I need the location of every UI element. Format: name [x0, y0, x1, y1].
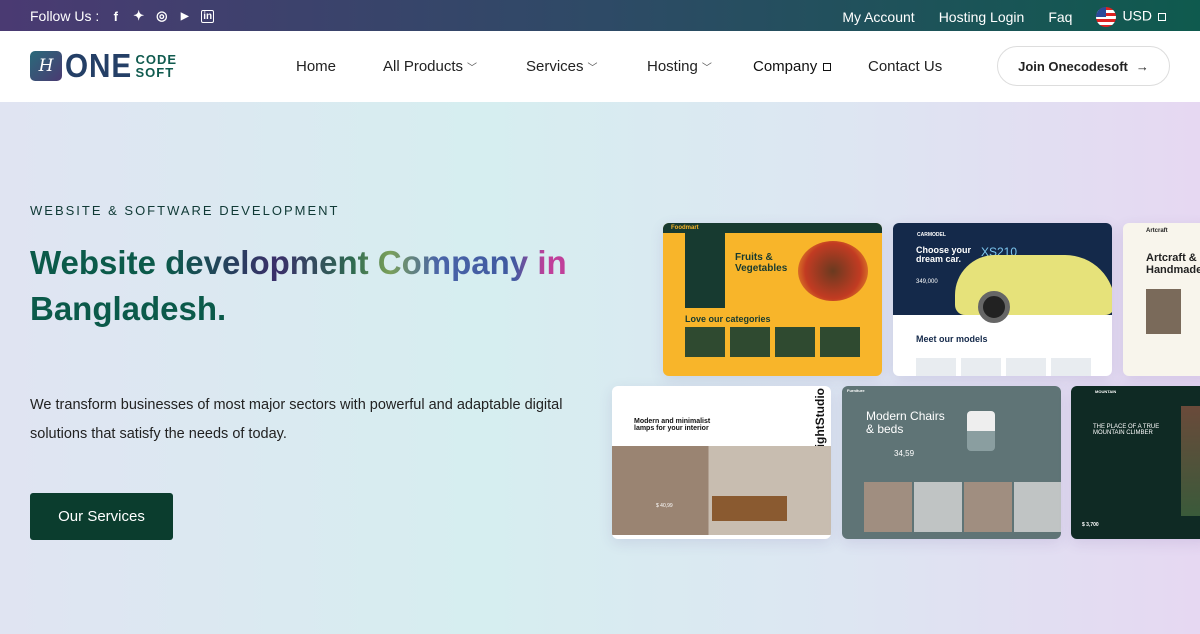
top-bar: Follow Us : f ✦ ◎ ▶ in My Account Hostin… [0, 0, 1200, 31]
social-links: Follow Us : f ✦ ◎ ▶ in [30, 8, 215, 24]
card-brand: LightStudio [813, 388, 827, 455]
logo-one: ONE [65, 47, 133, 84]
showcase-foodmart[interactable]: Foodmart Fruits & Vegetables Love our ca… [663, 223, 882, 376]
nav-label: Services [526, 58, 584, 75]
faq-link[interactable]: Faq [1048, 9, 1072, 25]
card-title: Modern Chairs & beds [866, 409, 945, 436]
hero-kicker: WEBSITE & SOFTWARE DEVELOPMENT [30, 203, 340, 218]
nav-label: Company [753, 58, 818, 75]
logo-soft: SOFT [135, 65, 175, 80]
hero-title: Website development Company in Banglades… [30, 240, 567, 332]
nav-contact-us[interactable]: Contact Us [868, 58, 942, 75]
join-label: Join Onecodesoft [1018, 58, 1128, 74]
chevron-down-icon: ﹀ [467, 63, 478, 74]
showcase-furniture[interactable]: Furniture Modern Chairs & beds 34,59 [842, 386, 1061, 539]
nav-home[interactable]: Home [296, 58, 336, 75]
main-nav: H ONE CODE SOFT Home All Products ﹀ Servic… [0, 31, 1200, 102]
card-brand: CARMODEL [917, 232, 946, 238]
logo-mark: H [30, 51, 62, 81]
card-subtitle: Love our categories [685, 314, 771, 324]
chevron-down-icon: ﹀ [587, 63, 598, 74]
chevron-down-icon: ﹀ [701, 63, 712, 74]
nav-label: Hosting [647, 58, 698, 75]
dropdown-icon [823, 63, 832, 72]
follow-label: Follow Us : [30, 8, 100, 24]
card-brand: Furniture [847, 388, 865, 393]
instagram-icon[interactable]: ◎ [155, 8, 168, 24]
hero-title-line1: Website development Company in [30, 240, 567, 286]
card-title: Fruits & Vegetables [735, 252, 788, 274]
card-brand: Foodmart [671, 225, 699, 231]
us-flag-icon [1096, 7, 1117, 27]
hosting-login-link[interactable]: Hosting Login [939, 9, 1025, 25]
showcase-mountain[interactable]: MOUNTAIN THE PLACE OF A TRUE MOUNTAIN CL… [1071, 386, 1200, 539]
youtube-icon[interactable]: ▶ [178, 11, 191, 22]
card-title: Modern and minimalist lamps for your int… [634, 418, 711, 433]
twitter-icon[interactable]: ✦ [132, 8, 145, 24]
showcase-artcraft[interactable]: Artcraft Artcraft & Handmade [1123, 223, 1200, 376]
currency-label: USD [1122, 7, 1152, 24]
card-title: THE PLACE OF A TRUE MOUNTAIN CLIMBER [1093, 424, 1160, 437]
nav-all-products[interactable]: All Products ﹀ [383, 58, 477, 75]
card-brand: Artcraft [1146, 228, 1168, 234]
card-brand: MOUNTAIN [1095, 389, 1117, 394]
showcase-lightstudio[interactable]: Modern and minimalist lamps for your int… [612, 386, 831, 539]
dropdown-icon [1158, 13, 1166, 21]
facebook-icon[interactable]: f [109, 9, 122, 24]
arrow-right-icon: → [1135, 58, 1149, 74]
nav-hosting[interactable]: Hosting ﹀ [647, 58, 712, 75]
nav-company[interactable]: Company [753, 58, 832, 75]
card-price: 349,000 [916, 279, 938, 285]
showcase-carmodel[interactable]: CARMODEL Choose your dream car. XS210 34… [893, 223, 1112, 376]
hero-description: We transform businesses of most major se… [30, 397, 563, 442]
card-price: 34,59 [894, 449, 915, 458]
hero-title-line2: Bangladesh. [30, 290, 227, 327]
logo[interactable]: H ONE CODE SOFT [30, 47, 177, 84]
my-account-link[interactable]: My Account [842, 9, 914, 25]
card-title: Choose your dream car. [916, 245, 972, 265]
join-button[interactable]: Join Onecodesoft → [997, 46, 1170, 86]
linkedin-icon[interactable]: in [201, 9, 215, 23]
card-price: $ 40,99 [656, 503, 673, 509]
nav-services[interactable]: Services ﹀ [526, 58, 598, 75]
hero-section: WEBSITE & SOFTWARE DEVELOPMENT Website d… [0, 102, 1200, 634]
currency-selector[interactable]: USD [1096, 7, 1166, 27]
card-title: Artcraft & Handmade [1146, 252, 1200, 276]
card-subtitle: Meet our models [916, 334, 988, 344]
card-price: $ 3,700 [1082, 522, 1099, 528]
our-services-button[interactable]: Our Services [30, 493, 173, 540]
nav-label: All Products [383, 58, 464, 75]
